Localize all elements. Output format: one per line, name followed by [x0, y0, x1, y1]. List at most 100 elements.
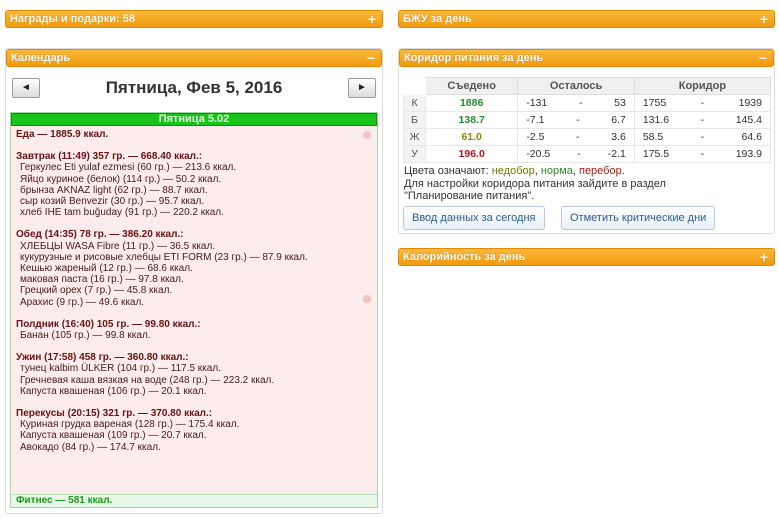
corridor-max: 64.6	[741, 131, 762, 143]
range-dash: -	[576, 131, 580, 143]
meal-header[interactable]: Ужин (17:58) 458 гр. — 360.80 ккал.:	[16, 352, 372, 363]
calendar-panel-header[interactable]: Календарь −	[6, 49, 382, 67]
food-item[interactable]: сыр козий Benvezir (30 гр.) — 95.7 ккал.	[16, 196, 372, 207]
left-range: -2.5 - 3.6	[517, 128, 635, 146]
day-food-list: Еда — 1885.9 ккал. Завтрак (11:49) 357 г…	[11, 126, 377, 456]
corridor-max: 145.4	[735, 114, 762, 126]
enter-today-data-button[interactable]: Ввод данных за сегодня	[403, 206, 545, 230]
food-item[interactable]: тунец kalbim ÜLKER (104 гр.) — 117.5 кка…	[16, 363, 372, 374]
food-item[interactable]: хлеб IHE tam buğuday (91 гр.) — 220.2 кк…	[16, 207, 372, 218]
collapse-icon[interactable]: −	[365, 50, 377, 66]
prev-day-button[interactable]: ◄	[12, 78, 40, 98]
food-item[interactable]: Капуста квашеная (109 гр.) — 20.7 ккал.	[16, 430, 372, 441]
row-label: У	[403, 145, 426, 163]
col-eaten: Съедено	[424, 77, 519, 95]
corridor-legend: Цвета означают: недобор, норма, перебор.…	[404, 165, 764, 203]
corridor-min: 175.5	[642, 148, 670, 160]
corridor-row: У 196.0 -20.5 - -2.1 175.5 - 193.9	[403, 145, 772, 163]
meal-gap	[16, 308, 372, 319]
food-edit-icon[interactable]	[363, 131, 371, 139]
range-dash: -	[700, 114, 705, 126]
corridor-header-row: Съедено Осталось Коридор	[403, 77, 772, 95]
food-item[interactable]: ХЛЕБЦЫ WASA Fibre (11 гр.) — 36.5 ккал.	[16, 241, 372, 252]
mark-critical-days-button[interactable]: Отметить критические дни	[561, 206, 716, 230]
left-range: -20.5 - -2.1	[517, 145, 635, 163]
meal-header[interactable]: Обед (14:35) 78 гр. — 386.20 ккал.:	[16, 229, 372, 240]
awards-panel: Награды и подарки: 58 +	[5, 10, 383, 34]
row-label: Ж	[403, 128, 426, 146]
expand-icon[interactable]: +	[758, 249, 770, 265]
corridor-min: 58.5	[642, 131, 664, 143]
meal-gap	[16, 341, 372, 352]
awards-panel-header[interactable]: Награды и подарки: 58 +	[5, 10, 383, 28]
expand-icon[interactable]: +	[366, 11, 378, 27]
corridor-table: Съедено Осталось Коридор К 1886 -131 - 53 175…	[403, 77, 772, 163]
food-add-icon[interactable]	[363, 295, 371, 303]
food-item[interactable]: кукурузные и рисовые хлебцы ETI FORM (23…	[16, 252, 372, 263]
meal-header[interactable]: Перекусы (20:15) 321 гр. — 370.80 ккал.:	[16, 408, 372, 419]
legend-prefix: Цвета означают:	[404, 165, 492, 177]
food-item[interactable]: Куриная грудка вареная (128 гр.) — 175.4…	[16, 419, 372, 430]
row-label: Б	[403, 111, 426, 129]
corridor-max: 193.9	[735, 148, 762, 160]
eaten-value: 196.0	[424, 145, 519, 163]
corridor-range: 131.6 - 145.4	[633, 111, 772, 129]
fitness-total-label: Фитнес — 581 ккал.	[16, 495, 113, 506]
corridor-panel: Коридор питания за день − Съедено Остало…	[398, 48, 775, 234]
calendar-date: Пятница, Фев 5, 2016	[105, 78, 283, 97]
legend-end: .	[621, 165, 625, 177]
food-item[interactable]: Гречневая каша вязкая на воде (248 гр.) …	[16, 375, 372, 386]
food-item[interactable]: Кешью жареный (12 гр.) — 68.6 ккал.	[16, 263, 372, 274]
eaten-number: 1886	[459, 97, 484, 109]
meal-gap	[16, 218, 372, 229]
corridor-row: К 1886 -131 - 53 1755 - 1939	[403, 94, 772, 112]
corridor-row: Ж 61.0 -2.5 - 3.6 58.5 - 64.6	[403, 128, 772, 146]
next-day-button[interactable]: ►	[348, 78, 376, 98]
eaten-number: 196.0	[458, 148, 485, 160]
range-dash: -	[700, 148, 705, 160]
collapse-icon[interactable]: −	[757, 50, 769, 66]
food-item[interactable]: Банан (105 гр.) — 99.8 ккал.	[16, 330, 372, 341]
hint-line-2: "Планирование питания".	[404, 190, 535, 202]
corridor-range: 1755 - 1939	[633, 94, 772, 112]
meal-header[interactable]: Полдник (16:40) 105 гр. — 99.80 ккал.:	[16, 319, 372, 330]
food-item[interactable]: Яйцо куриное (белок) (114 гр.) — 50.2 кк…	[16, 174, 372, 185]
eaten-value: 138.7	[424, 111, 519, 129]
food-item[interactable]: Геркулес Eti yulaf ezmesi (60 гр.) — 213…	[16, 162, 372, 173]
col-left: Осталось	[517, 77, 635, 95]
left-max: 3.6	[611, 131, 626, 143]
expand-icon[interactable]: +	[758, 11, 770, 27]
range-dash: -	[577, 148, 581, 160]
left-max: 53	[614, 97, 626, 109]
calendar-panel: Календарь − ◄ Пятница, Фев 5, 2016 ► Пят…	[5, 48, 383, 514]
legend-over: перебор	[578, 165, 622, 177]
calendar-nav: ◄ Пятница, Фев 5, 2016 ►	[10, 75, 378, 101]
eaten-value: 1886	[424, 94, 519, 112]
fitness-total[interactable]: Фитнес — 581 ккал.	[11, 494, 377, 507]
corridor-panel-title: Коридор питания за день	[404, 52, 544, 64]
calories-panel: Калорийность за день +	[398, 248, 775, 272]
calories-panel-title: Калорийность за день	[403, 251, 526, 263]
food-item[interactable]: Грецкий орех (7 гр.) — 45.8 ккал.	[16, 285, 372, 296]
corridor-min: 1755	[642, 97, 667, 109]
bju-panel-header[interactable]: БЖУ за день +	[398, 10, 775, 28]
calories-panel-header[interactable]: Калорийность за день +	[398, 248, 775, 266]
food-item[interactable]: Авокадо (84 гр.) — 174.7 ккал.	[16, 442, 372, 453]
corridor-body: К 1886 -131 - 53 1755 - 1939 Б 138.7 -7.1 - 6.7 131.6…	[403, 94, 772, 163]
eaten-number: 138.7	[458, 114, 485, 126]
awards-panel-title: Награды и подарки: 58	[10, 13, 135, 25]
range-dash: -	[700, 97, 705, 109]
eaten-value: 61.0	[424, 128, 519, 146]
eaten-number: 61.0	[461, 131, 482, 143]
corridor-panel-header[interactable]: Коридор питания за день −	[399, 49, 774, 67]
food-item[interactable]: Арахис (9 гр.) — 49.6 ккал.	[16, 297, 372, 308]
food-item[interactable]: маковая паста (16 гр.) — 97.8 ккал.	[16, 274, 372, 285]
left-max: -2.1	[607, 148, 626, 160]
day-title[interactable]: Пятница 5.02	[11, 113, 377, 126]
legend-norm: норма	[540, 165, 573, 177]
left-range: -131 - 53	[517, 94, 635, 112]
food-item[interactable]: Капуста квашеная (106 гр.) — 20.1 ккал.	[16, 386, 372, 397]
hint-line-1: Для настройки коридора питания зайдите в…	[404, 177, 666, 190]
meal-header[interactable]: Завтрак (11:49) 357 гр. — 668.40 ккал.:	[16, 151, 372, 162]
food-item[interactable]: брынза AKNAZ light (62 гр.) — 88.7 ккал.	[16, 185, 372, 196]
